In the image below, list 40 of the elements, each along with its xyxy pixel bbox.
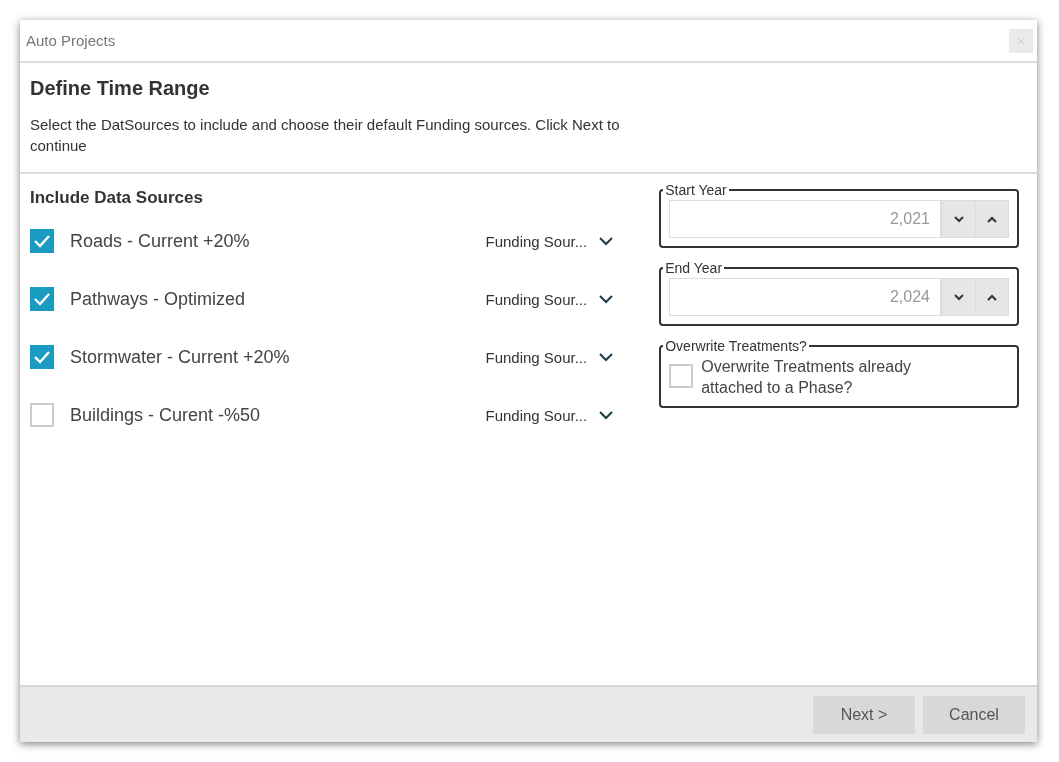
checkbox[interactable] <box>30 287 54 311</box>
funding-dropdown[interactable]: Funding Sour... <box>485 232 614 250</box>
group-legend: Start Year <box>663 182 729 198</box>
data-source-label: Pathways - Optimized <box>70 288 247 310</box>
chevron-down-icon <box>599 236 614 246</box>
section-heading: Include Data Sources <box>30 188 204 208</box>
decrement-button[interactable] <box>941 278 975 316</box>
close-button[interactable] <box>1009 28 1033 53</box>
chevron-down-icon <box>599 352 614 362</box>
increment-button[interactable] <box>975 200 1009 238</box>
checkbox[interactable] <box>30 403 54 427</box>
funding-dropdown[interactable]: Funding Sour... <box>485 406 614 424</box>
checkmark-icon <box>33 292 51 306</box>
checkbox[interactable] <box>30 345 54 369</box>
decrement-button[interactable] <box>941 200 975 238</box>
page-description: Select the DatSources to include and choose their default Funding sources. Click Next to continue <box>30 115 621 156</box>
chevron-up-icon <box>987 293 997 301</box>
chevron-down-icon <box>953 293 964 301</box>
checkbox[interactable] <box>30 229 54 253</box>
close-icon <box>1018 37 1024 44</box>
cancel-button[interactable]: Cancel <box>923 695 1025 734</box>
funding-dropdown[interactable]: Funding Sour... <box>485 290 614 308</box>
checkmark-icon <box>33 350 51 364</box>
chevron-down-icon <box>599 410 614 420</box>
data-source-label: Stormwater - Current +20% <box>70 346 291 368</box>
chevron-up-icon <box>987 215 997 223</box>
window-title: Auto Projects <box>26 32 116 49</box>
next-button[interactable]: Next > <box>813 695 915 734</box>
checkbox-label: Overwrite Treatments already attached to a Phase? <box>701 357 913 398</box>
chevron-down-icon <box>953 215 964 223</box>
page-title: Define Time Range <box>30 77 211 100</box>
data-source-label: Buildings - Curent -%50 <box>70 404 262 426</box>
checkbox[interactable] <box>669 364 694 388</box>
chevron-down-icon <box>599 294 614 304</box>
increment-button[interactable] <box>975 278 1009 316</box>
data-source-label: Roads - Current +20% <box>70 230 251 252</box>
group-legend: Overwrite Treatments? <box>663 338 809 354</box>
checkmark-icon <box>33 234 51 248</box>
funding-dropdown[interactable]: Funding Sour... <box>485 348 614 366</box>
group-legend: End Year <box>663 260 725 276</box>
